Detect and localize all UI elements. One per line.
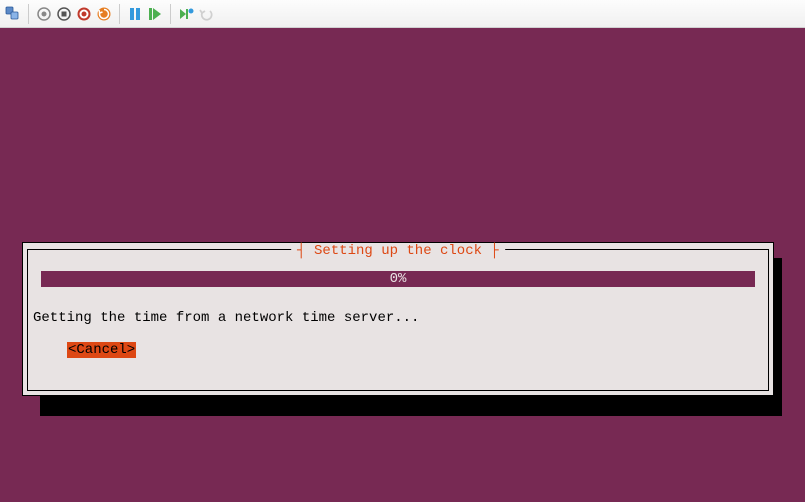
skip-icon[interactable] <box>177 5 195 23</box>
cancel-button[interactable]: <Cancel> <box>67 342 136 358</box>
pause-icon[interactable] <box>126 5 144 23</box>
separator <box>119 4 120 24</box>
undo-icon[interactable] <box>197 5 215 23</box>
vm-icon[interactable] <box>4 5 22 23</box>
progress-bar: 0% <box>41 271 755 287</box>
progress-percent: 0% <box>390 271 407 287</box>
snapshot-icon[interactable] <box>35 5 53 23</box>
vm-toolbar <box>0 0 805 28</box>
installer-console: ┤ Setting up the clock ├ 0% Getting the … <box>0 28 805 502</box>
play-icon[interactable] <box>146 5 164 23</box>
power-icon[interactable] <box>75 5 93 23</box>
dialog-title: ┤ Setting up the clock ├ <box>291 243 505 259</box>
status-text: Getting the time from a network time ser… <box>33 310 419 326</box>
restart-icon[interactable] <box>95 5 113 23</box>
stop-icon[interactable] <box>55 5 73 23</box>
separator <box>170 4 171 24</box>
clock-setup-dialog: ┤ Setting up the clock ├ 0% Getting the … <box>22 242 774 396</box>
separator <box>28 4 29 24</box>
